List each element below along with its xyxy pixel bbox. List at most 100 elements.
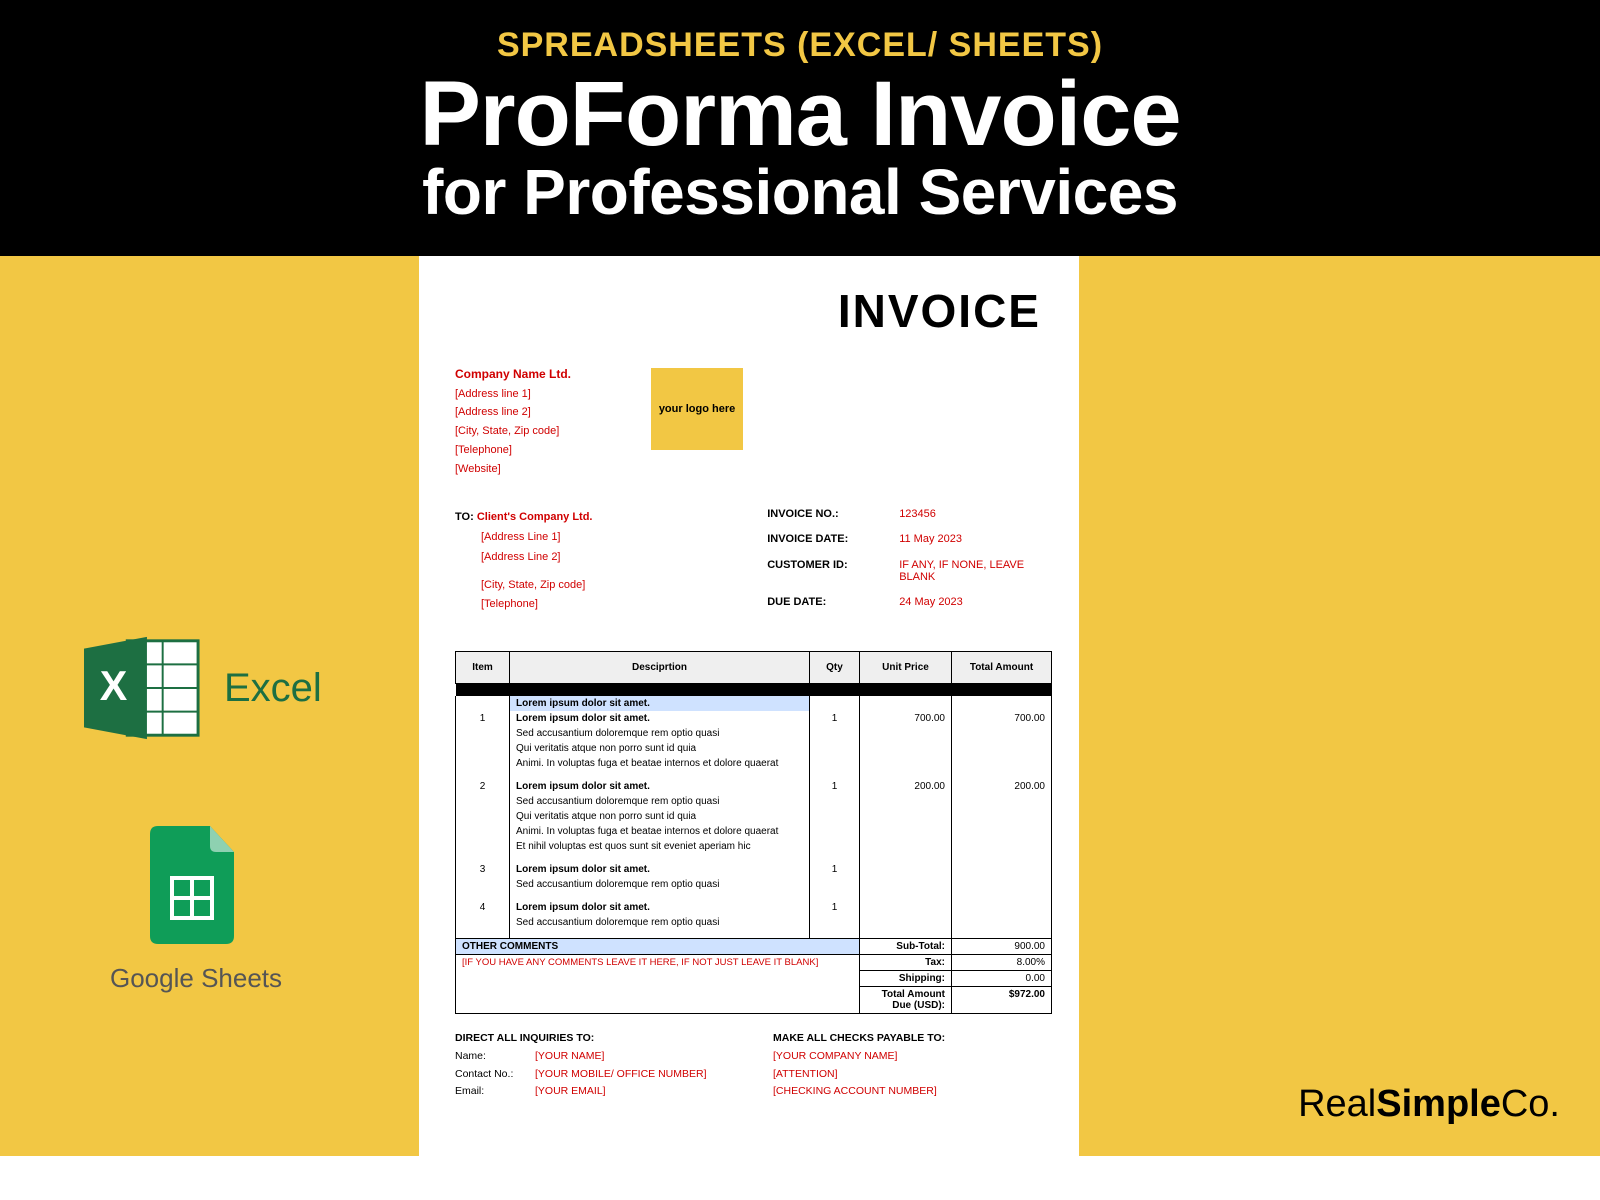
table-row: 1Lorem ipsum dolor sit amet.1700.00700.0… bbox=[456, 711, 1052, 726]
custid-label: CUSTOMER ID: bbox=[767, 559, 887, 590]
table-row: Animi. In voluptas fuga et beatae intern… bbox=[456, 756, 1052, 779]
cell-total bbox=[952, 862, 1052, 877]
cell-price: 700.00 bbox=[860, 711, 952, 726]
cell-desc: Lorem ipsum dolor sit amet. bbox=[510, 862, 810, 877]
inq-email-label: Email: bbox=[455, 1083, 527, 1101]
cell-price bbox=[860, 900, 952, 915]
payable-attn: [ATTENTION] bbox=[773, 1066, 1051, 1084]
inquiries-heading: DIRECT ALL INQUIRIES TO: bbox=[455, 1032, 733, 1044]
subtotal-value: 900.00 bbox=[952, 938, 1052, 954]
cell-qty: 1 bbox=[810, 862, 860, 877]
cell-desc-line: Qui veritatis atque non porro sunt id qu… bbox=[510, 741, 810, 756]
company-block: Company Name Ltd. [Address line 1] [Addr… bbox=[455, 364, 571, 478]
table-row: Sed accusantium doloremque rem optio qua… bbox=[456, 877, 1052, 900]
comments-label: OTHER COMMENTS bbox=[456, 938, 860, 954]
sheets-label: Google Sheets bbox=[110, 963, 282, 994]
items-table: Item Desciprtion Qty Unit Price Total Am… bbox=[455, 651, 1052, 1014]
table-row: Qui veritatis atque non porro sunt id qu… bbox=[456, 741, 1052, 756]
company-addr1: [Address line 1] bbox=[455, 385, 571, 404]
company-tel: [Telephone] bbox=[455, 441, 571, 460]
inq-email-value: [YOUR EMAIL] bbox=[535, 1083, 606, 1101]
cell-price bbox=[860, 862, 952, 877]
custid-value: IF ANY, IF NONE, LEAVE BLANK bbox=[899, 559, 1051, 590]
brand-simple: Simple bbox=[1376, 1083, 1501, 1125]
table-row: Sed accusantium doloremque rem optio qua… bbox=[456, 726, 1052, 741]
shipping-label: Shipping: bbox=[860, 970, 952, 986]
invno-value: 123456 bbox=[899, 508, 1051, 527]
cell-desc: Lorem ipsum dolor sit amet. bbox=[510, 900, 810, 915]
company-name: Company Name Ltd. bbox=[455, 364, 571, 384]
client-city: [City, State, Zip code] bbox=[455, 576, 767, 596]
body-area: X Excel Google Sheets RealSimpleCo. INVO… bbox=[0, 256, 1600, 1156]
payable-block: MAKE ALL CHECKS PAYABLE TO: [YOUR COMPAN… bbox=[773, 1032, 1051, 1102]
sheets-badge: Google Sheets bbox=[110, 826, 282, 994]
to-label: TO: bbox=[455, 508, 474, 528]
table-row: 4Lorem ipsum dolor sit amet.1 bbox=[456, 900, 1052, 915]
comments-text: [IF YOU HAVE ANY COMMENTS LEAVE IT HERE,… bbox=[462, 957, 818, 968]
table-row: Sed accusantium doloremque rem optio qua… bbox=[456, 915, 1052, 939]
duedate-label: DUE DATE: bbox=[767, 596, 887, 615]
brand-real: Real bbox=[1298, 1083, 1376, 1125]
tax-value: 8.00% bbox=[952, 954, 1052, 970]
client-addr2: [Address Line 2] bbox=[455, 548, 767, 568]
payable-acct: [CHECKING ACCOUNT NUMBER] bbox=[773, 1083, 1051, 1101]
cell-desc-line: Qui veritatis atque non porro sunt id qu… bbox=[510, 809, 810, 824]
cell-total: 700.00 bbox=[952, 711, 1052, 726]
invoice-footer: DIRECT ALL INQUIRIES TO: Name: [YOUR NAME… bbox=[455, 1032, 1051, 1102]
brand-co: Co. bbox=[1501, 1083, 1560, 1125]
company-city: [City, State, Zip code] bbox=[455, 422, 571, 441]
logo-placeholder: your logo here bbox=[651, 368, 743, 450]
cell-desc-line: Animi. In voluptas fuga et beatae intern… bbox=[510, 824, 810, 839]
col-total: Total Amount bbox=[952, 652, 1052, 684]
invdate-value: 11 May 2023 bbox=[899, 533, 1051, 552]
table-row: 2Lorem ipsum dolor sit amet.1200.00200.0… bbox=[456, 779, 1052, 794]
client-tel: [Telephone] bbox=[455, 595, 767, 615]
cell-qty: 1 bbox=[810, 779, 860, 794]
cell-item: 1 bbox=[456, 711, 510, 726]
cell-desc-line: Sed accusantium doloremque rem optio qua… bbox=[510, 726, 810, 741]
cell-desc-line: Sed accusantium doloremque rem optio qua… bbox=[510, 877, 810, 900]
client-addr1: [Address Line 1] bbox=[455, 528, 767, 548]
company-web: [Website] bbox=[455, 460, 571, 479]
subtotal-label: Sub-Total: bbox=[860, 938, 952, 954]
inq-name-value: [YOUR NAME] bbox=[535, 1048, 604, 1066]
invoice-heading: INVOICE bbox=[455, 284, 1051, 338]
excel-badge: X Excel bbox=[84, 634, 322, 742]
hero-banner: SPREADSHEETS (EXCEL/ SHEETS) ProForma In… bbox=[0, 0, 1600, 256]
invoice-page: INVOICE Company Name Ltd. [Address line … bbox=[419, 256, 1079, 1156]
cell-desc-line: Sed accusantium doloremque rem optio qua… bbox=[510, 794, 810, 809]
table-row: 3Lorem ipsum dolor sit amet.1 bbox=[456, 862, 1052, 877]
tax-label: Tax: bbox=[860, 954, 952, 970]
cell-item: 3 bbox=[456, 862, 510, 877]
comments-row: OTHER COMMENTS Sub-Total: 900.00 bbox=[456, 938, 1052, 954]
table-row: Et nihil voluptas est quos sunt sit even… bbox=[456, 839, 1052, 862]
table-row: Lorem ipsum dolor sit amet. bbox=[456, 696, 1052, 711]
col-price: Unit Price bbox=[860, 652, 952, 684]
item-header: Lorem ipsum dolor sit amet. bbox=[510, 696, 810, 711]
hero-subtitle: for Professional Services bbox=[0, 160, 1600, 224]
cell-desc: Lorem ipsum dolor sit amet. bbox=[510, 779, 810, 794]
inq-contact-value: [YOUR MOBILE/ OFFICE NUMBER] bbox=[535, 1066, 707, 1084]
totaldue-value: $972.00 bbox=[952, 986, 1052, 1013]
table-row: Sed accusantium doloremque rem optio qua… bbox=[456, 794, 1052, 809]
sheets-icon bbox=[150, 826, 242, 944]
payable-heading: MAKE ALL CHECKS PAYABLE TO: bbox=[773, 1032, 1051, 1044]
billto-block: TO: Client's Company Ltd. [Address Line … bbox=[455, 508, 767, 615]
excel-label: Excel bbox=[224, 666, 322, 711]
col-qty: Qty bbox=[810, 652, 860, 684]
cell-qty: 1 bbox=[810, 711, 860, 726]
excel-icon: X bbox=[84, 634, 202, 742]
col-item: Item bbox=[456, 652, 510, 684]
invoice-meta: INVOICE NO.: 123456 INVOICE DATE: 11 May… bbox=[767, 508, 1051, 615]
invdate-label: INVOICE DATE: bbox=[767, 533, 887, 552]
svg-text:X: X bbox=[100, 663, 128, 709]
hero-eyebrow: SPREADSHEETS (EXCEL/ SHEETS) bbox=[0, 26, 1600, 65]
cell-desc-line: Et nihil voluptas est quos sunt sit even… bbox=[510, 839, 810, 862]
tax-row: [IF YOU HAVE ANY COMMENTS LEAVE IT HERE,… bbox=[456, 954, 1052, 970]
inq-contact-label: Contact No.: bbox=[455, 1066, 527, 1084]
cell-price: 200.00 bbox=[860, 779, 952, 794]
invno-label: INVOICE NO.: bbox=[767, 508, 887, 527]
cell-item: 2 bbox=[456, 779, 510, 794]
inq-name-label: Name: bbox=[455, 1048, 527, 1066]
shipping-value: 0.00 bbox=[952, 970, 1052, 986]
